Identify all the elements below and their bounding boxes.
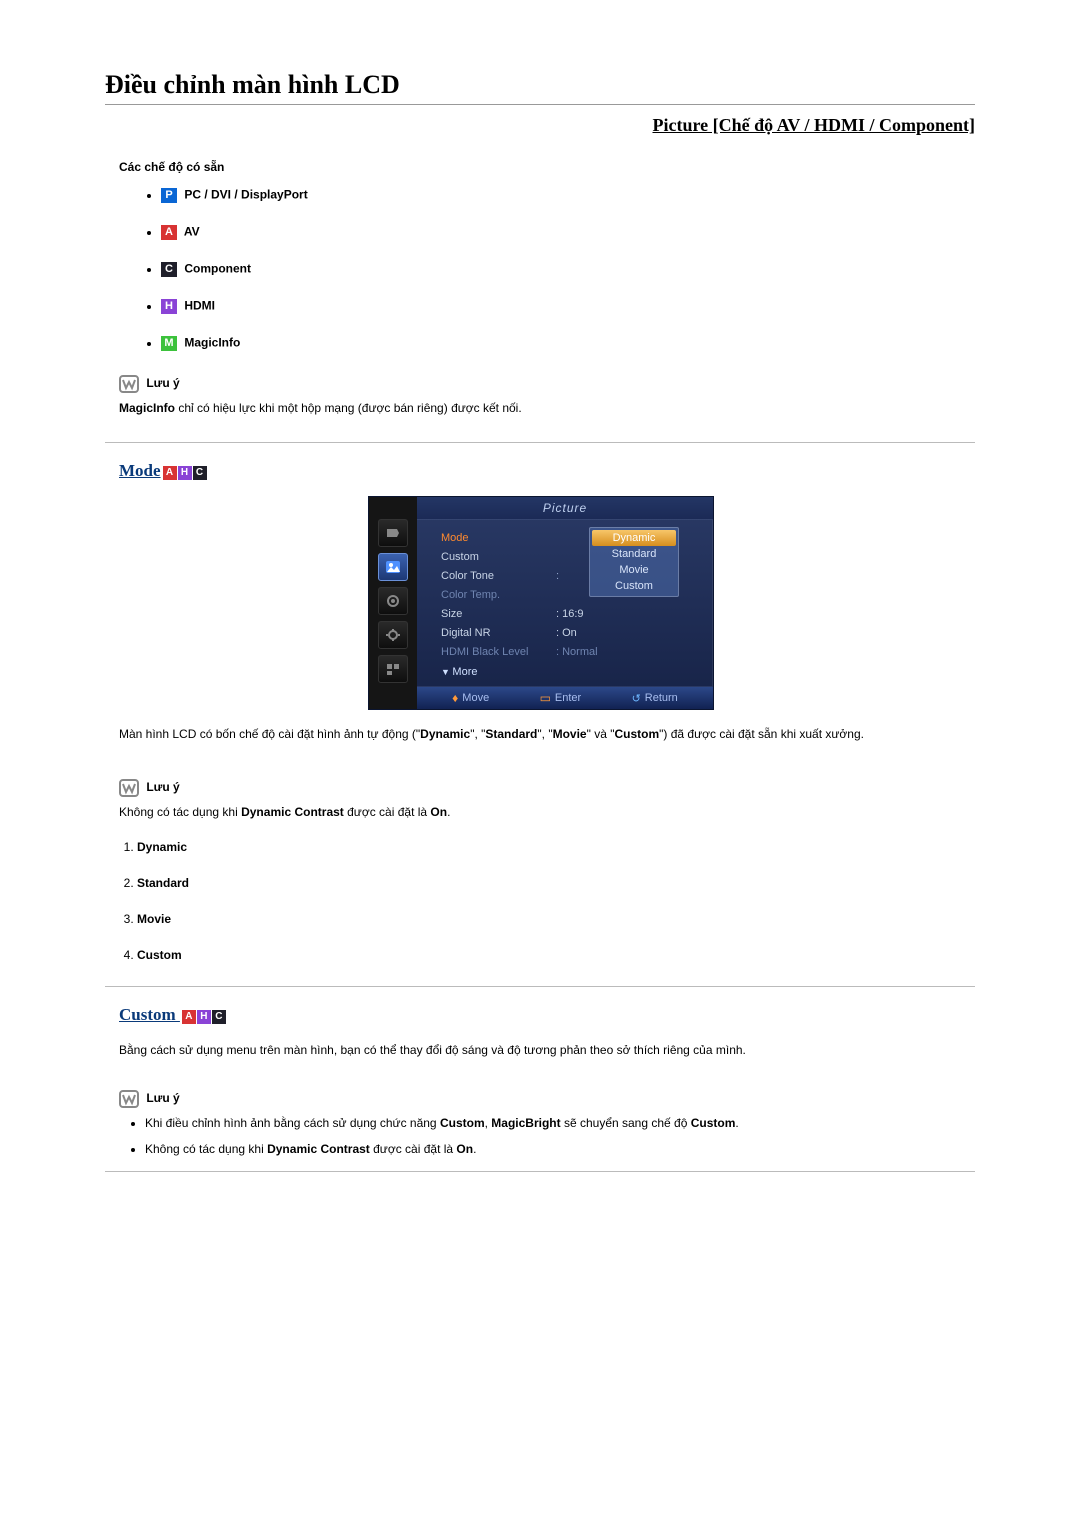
note-header: Lưu ý bbox=[119, 1090, 975, 1108]
osd-tab-multi-icon bbox=[378, 655, 408, 683]
note-icon bbox=[119, 375, 139, 393]
available-modes-list: P PC / DVI / DisplayPort A AV C Componen… bbox=[105, 188, 975, 351]
osd-footer: ♦Move ▭Enter ↺Return bbox=[417, 686, 713, 709]
mode-option: Dynamic bbox=[137, 840, 975, 854]
h-icon: H bbox=[178, 466, 192, 480]
osd-main: Picture Mode Custom Color Tone Color Tem… bbox=[417, 497, 713, 709]
note-icon bbox=[119, 779, 139, 797]
h-icon: H bbox=[197, 1010, 211, 1024]
osd-more: More bbox=[417, 662, 713, 686]
custom-note-list: Khi điều chỉnh hình ảnh bằng cách sử dụn… bbox=[145, 1114, 975, 1158]
osd-row-label: Digital NR bbox=[441, 625, 556, 641]
osd-row-label: HDMI Black Level bbox=[441, 644, 556, 660]
osd-labels-col: Mode Custom Color Tone Color Temp. Size … bbox=[441, 530, 556, 660]
osd-popup-item: Movie bbox=[590, 562, 678, 578]
mode-item-component: C Component bbox=[161, 262, 975, 277]
mode-options-list: Dynamic Standard Movie Custom bbox=[137, 840, 975, 962]
osd-row-label: Color Temp. bbox=[441, 587, 556, 603]
a-icon: A bbox=[163, 466, 177, 480]
note-text: MagicInfo chỉ có hiệu lực khi một hộp mạ… bbox=[119, 399, 975, 418]
osd-values-col: Dynamic Standard Movie Custom : : 16:9 :… bbox=[556, 530, 699, 660]
a-icon: A bbox=[182, 1010, 196, 1024]
osd-popup-item: Custom bbox=[590, 578, 678, 594]
note-header: Lưu ý bbox=[119, 779, 975, 797]
osd-row-label: Mode bbox=[441, 530, 556, 546]
a-icon: A bbox=[161, 225, 177, 240]
title-divider bbox=[105, 104, 975, 105]
p-icon: P bbox=[161, 188, 177, 203]
note-label: Lưu ý bbox=[146, 780, 179, 794]
osd-popup-item: Dynamic bbox=[592, 530, 676, 546]
note-icon bbox=[119, 1090, 139, 1108]
osd-row-value: : Normal bbox=[556, 644, 699, 660]
mode-item-label: HDMI bbox=[184, 299, 215, 313]
mode-item-label: Component bbox=[184, 262, 251, 276]
mode-item-label: AV bbox=[184, 225, 200, 239]
section-divider bbox=[105, 1171, 975, 1172]
page-title: Điều chỉnh màn hình LCD bbox=[105, 70, 975, 100]
mode-option: Movie bbox=[137, 912, 975, 926]
custom-note-item: Khi điều chỉnh hình ảnh bằng cách sử dụn… bbox=[145, 1114, 975, 1133]
osd-menu-image: Picture Mode Custom Color Tone Color Tem… bbox=[368, 496, 712, 710]
note-label: Lưu ý bbox=[146, 1092, 179, 1106]
custom-description: Bằng cách sử dụng menu trên màn hình, bạ… bbox=[119, 1040, 961, 1060]
c-icon: C bbox=[161, 262, 177, 277]
osd-tab-input-icon bbox=[378, 519, 408, 547]
osd-row-label: Size bbox=[441, 606, 556, 622]
custom-section-title: Custom bbox=[119, 1005, 180, 1024]
mode-option: Standard bbox=[137, 876, 975, 890]
mode-item-av: A AV bbox=[161, 225, 975, 240]
note-label: Lưu ý bbox=[146, 376, 179, 390]
m-icon: M bbox=[161, 336, 177, 351]
osd-tab-picture-icon bbox=[378, 553, 408, 581]
mode-section-link[interactable]: Mode AHC bbox=[119, 461, 975, 482]
mode-item-label: PC / DVI / DisplayPort bbox=[184, 188, 307, 202]
osd-footer-return: ↺Return bbox=[632, 692, 678, 705]
custom-note-item: Không có tác dụng khi Dynamic Contrast đ… bbox=[145, 1140, 975, 1159]
note-text: Không có tác dụng khi Dynamic Contrast đ… bbox=[119, 803, 975, 822]
custom-section-link[interactable]: Custom AHC bbox=[119, 1005, 975, 1026]
c-icon: C bbox=[193, 466, 207, 480]
c-icon: C bbox=[212, 1010, 226, 1024]
mode-item-label: MagicInfo bbox=[184, 336, 240, 350]
h-icon: H bbox=[161, 299, 177, 314]
osd-footer-enter: ▭Enter bbox=[540, 691, 582, 705]
osd-row-label: Custom bbox=[441, 549, 556, 565]
mode-item-magicinfo: M MagicInfo bbox=[161, 336, 975, 351]
mode-section-title: Mode bbox=[119, 461, 161, 480]
section-divider bbox=[105, 986, 975, 987]
note-header: Lưu ý bbox=[119, 375, 975, 393]
picture-subtitle: Picture [Chế độ AV / HDMI / Component] bbox=[105, 115, 975, 136]
osd-sidebar bbox=[369, 497, 417, 709]
osd-tab-setup-icon bbox=[378, 621, 408, 649]
osd-row-value: : On bbox=[556, 625, 699, 641]
osd-mode-popup: Dynamic Standard Movie Custom bbox=[589, 527, 679, 597]
osd-title: Picture bbox=[417, 497, 713, 520]
mode-item-hdmi: H HDMI bbox=[161, 299, 975, 314]
section-divider bbox=[105, 442, 975, 443]
osd-row-label: Color Tone bbox=[441, 568, 556, 584]
osd-row-value: : 16:9 bbox=[556, 606, 699, 622]
mode-item-pc: P PC / DVI / DisplayPort bbox=[161, 188, 975, 203]
modes-header: Các chế độ có sẵn bbox=[119, 160, 975, 174]
osd-tab-sound-icon bbox=[378, 587, 408, 615]
osd-popup-item: Standard bbox=[590, 546, 678, 562]
osd-footer-move: ♦Move bbox=[452, 691, 489, 705]
mode-option: Custom bbox=[137, 948, 975, 962]
mode-description: Màn hình LCD có bốn chế độ cài đặt hình … bbox=[119, 724, 961, 744]
